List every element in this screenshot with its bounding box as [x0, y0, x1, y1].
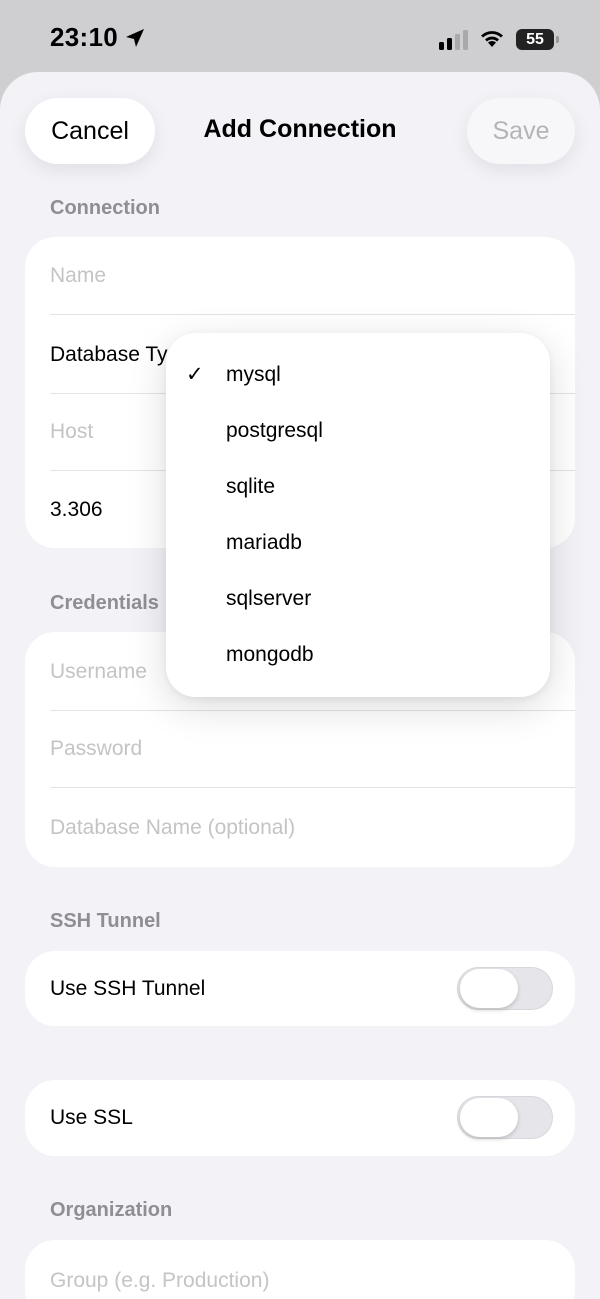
cellular-signal-icon — [439, 30, 468, 50]
toggle-knob — [460, 1098, 518, 1137]
use-ssh-label: Use SSH Tunnel — [50, 977, 206, 1000]
use-ssh-toggle[interactable] — [457, 967, 553, 1010]
ssl-card: Use SSL — [25, 1080, 575, 1156]
checkmark-icon: ✓ — [186, 363, 204, 386]
page-title: Add Connection — [203, 115, 397, 143]
database-name-placeholder: Database Name (optional) — [50, 816, 296, 839]
cancel-button[interactable]: Cancel — [25, 98, 155, 164]
menu-item-label: mongodb — [226, 643, 314, 666]
menu-item-mysql[interactable]: ✓ mysql — [166, 347, 550, 403]
menu-item-postgresql[interactable]: postgresql — [166, 403, 550, 459]
menu-item-mariadb[interactable]: mariadb — [166, 515, 550, 571]
port-value: 3.306 — [50, 498, 103, 521]
save-button[interactable]: Save — [467, 98, 575, 164]
ssh-card: Use SSH Tunnel — [25, 951, 575, 1026]
section-header-ssh: SSH Tunnel — [50, 910, 161, 932]
status-bar: 23:10 55 — [0, 0, 600, 80]
group-field[interactable]: Group (e.g. Production) — [50, 1242, 575, 1299]
group-placeholder: Group (e.g. Production) — [50, 1269, 270, 1292]
section-header-organization: Organization — [50, 1199, 173, 1221]
menu-item-sqlite[interactable]: sqlite — [166, 459, 550, 515]
toggle-knob — [460, 969, 518, 1008]
battery-level: 55 — [526, 31, 544, 48]
host-placeholder: Host — [50, 420, 94, 443]
location-arrow-icon — [126, 29, 144, 47]
status-time: 23:10 — [50, 22, 118, 52]
name-field[interactable]: Name — [50, 237, 575, 315]
use-ssl-label: Use SSL — [50, 1106, 133, 1129]
database-name-field[interactable]: Database Name (optional) — [50, 789, 575, 867]
menu-item-label: sqlite — [226, 475, 276, 498]
menu-item-label: postgresql — [226, 419, 323, 442]
use-ssl-toggle[interactable] — [457, 1096, 553, 1139]
menu-item-label: mysql — [226, 363, 281, 386]
name-placeholder: Name — [50, 264, 107, 287]
username-placeholder: Username — [50, 660, 147, 683]
battery-icon: 55 — [516, 29, 559, 50]
section-header-credentials: Credentials — [50, 592, 159, 614]
password-placeholder: Password — [50, 737, 143, 760]
section-header-connection: Connection — [50, 197, 160, 219]
database-type-label: Database Ty — [50, 343, 168, 366]
organization-card: Group (e.g. Production) — [25, 1240, 575, 1299]
database-type-menu: ✓ mysql postgresql sqlite mariadb sqlser… — [166, 333, 550, 697]
menu-item-label: mariadb — [226, 531, 302, 554]
wifi-icon — [481, 31, 503, 47]
menu-item-mongodb[interactable]: mongodb — [166, 627, 550, 683]
menu-item-label: sqlserver — [226, 587, 312, 610]
password-field[interactable]: Password — [50, 710, 575, 788]
menu-item-sqlserver[interactable]: sqlserver — [166, 571, 550, 627]
